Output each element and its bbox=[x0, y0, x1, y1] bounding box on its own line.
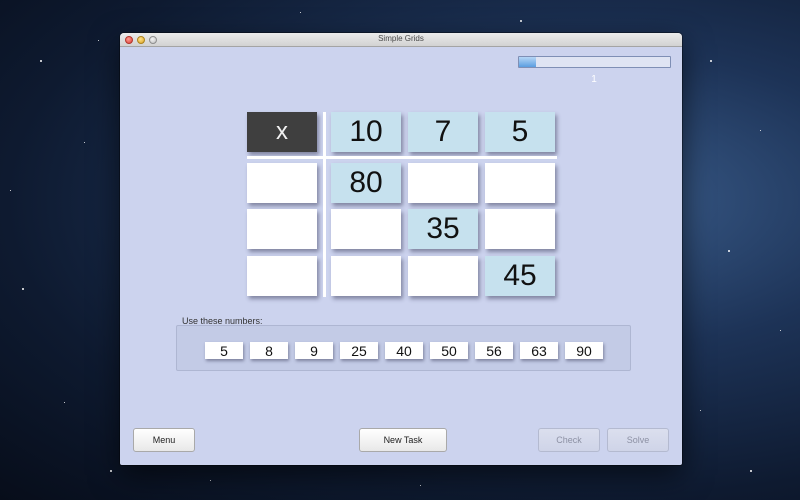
number-chip[interactable]: 63 bbox=[520, 342, 558, 359]
number-chip[interactable]: 56 bbox=[475, 342, 513, 359]
grid-cell-2-2: 35 bbox=[408, 209, 478, 249]
grid-cell-1-1: 80 bbox=[331, 163, 401, 203]
number-chip[interactable]: 5 bbox=[205, 342, 243, 359]
number-chip[interactable]: 9 bbox=[295, 342, 333, 359]
grid-vertical-divider bbox=[323, 112, 326, 297]
grid-cell-2-3[interactable] bbox=[485, 209, 555, 249]
column-header-3: 5 bbox=[485, 112, 555, 152]
grid-cell-3-2[interactable] bbox=[408, 256, 478, 296]
grid-cell-2-1[interactable] bbox=[331, 209, 401, 249]
number-chip[interactable]: 90 bbox=[565, 342, 603, 359]
progress-fill bbox=[519, 57, 536, 67]
task-counter: 1 bbox=[591, 74, 597, 85]
row-header-cell-1[interactable] bbox=[247, 163, 317, 203]
numbers-tray: 5 8 9 25 40 50 56 63 90 bbox=[176, 325, 631, 371]
grid-cell-3-1[interactable] bbox=[331, 256, 401, 296]
new-task-button[interactable]: New Task bbox=[359, 428, 447, 452]
app-window: Simple Grids 1 x 10 7 5 80 35 45 Use the… bbox=[120, 33, 682, 465]
row-header-cell-3[interactable] bbox=[247, 256, 317, 296]
column-header-1: 10 bbox=[331, 112, 401, 152]
grid-cell-1-2[interactable] bbox=[408, 163, 478, 203]
number-chip[interactable]: 40 bbox=[385, 342, 423, 359]
operator-cell: x bbox=[247, 112, 317, 152]
solve-button[interactable]: Solve bbox=[607, 428, 669, 452]
title-bar[interactable]: Simple Grids bbox=[120, 33, 682, 47]
menu-button[interactable]: Menu bbox=[133, 428, 195, 452]
number-chip[interactable]: 25 bbox=[340, 342, 378, 359]
grid-horizontal-divider bbox=[247, 156, 557, 159]
check-button[interactable]: Check bbox=[538, 428, 600, 452]
grid-cell-1-3[interactable] bbox=[485, 163, 555, 203]
number-chip[interactable]: 50 bbox=[430, 342, 468, 359]
grid-cell-3-3: 45 bbox=[485, 256, 555, 296]
window-title: Simple Grids bbox=[378, 34, 424, 43]
column-header-2: 7 bbox=[408, 112, 478, 152]
number-chip[interactable]: 8 bbox=[250, 342, 288, 359]
progress-bar bbox=[518, 56, 671, 68]
row-header-cell-2[interactable] bbox=[247, 209, 317, 249]
